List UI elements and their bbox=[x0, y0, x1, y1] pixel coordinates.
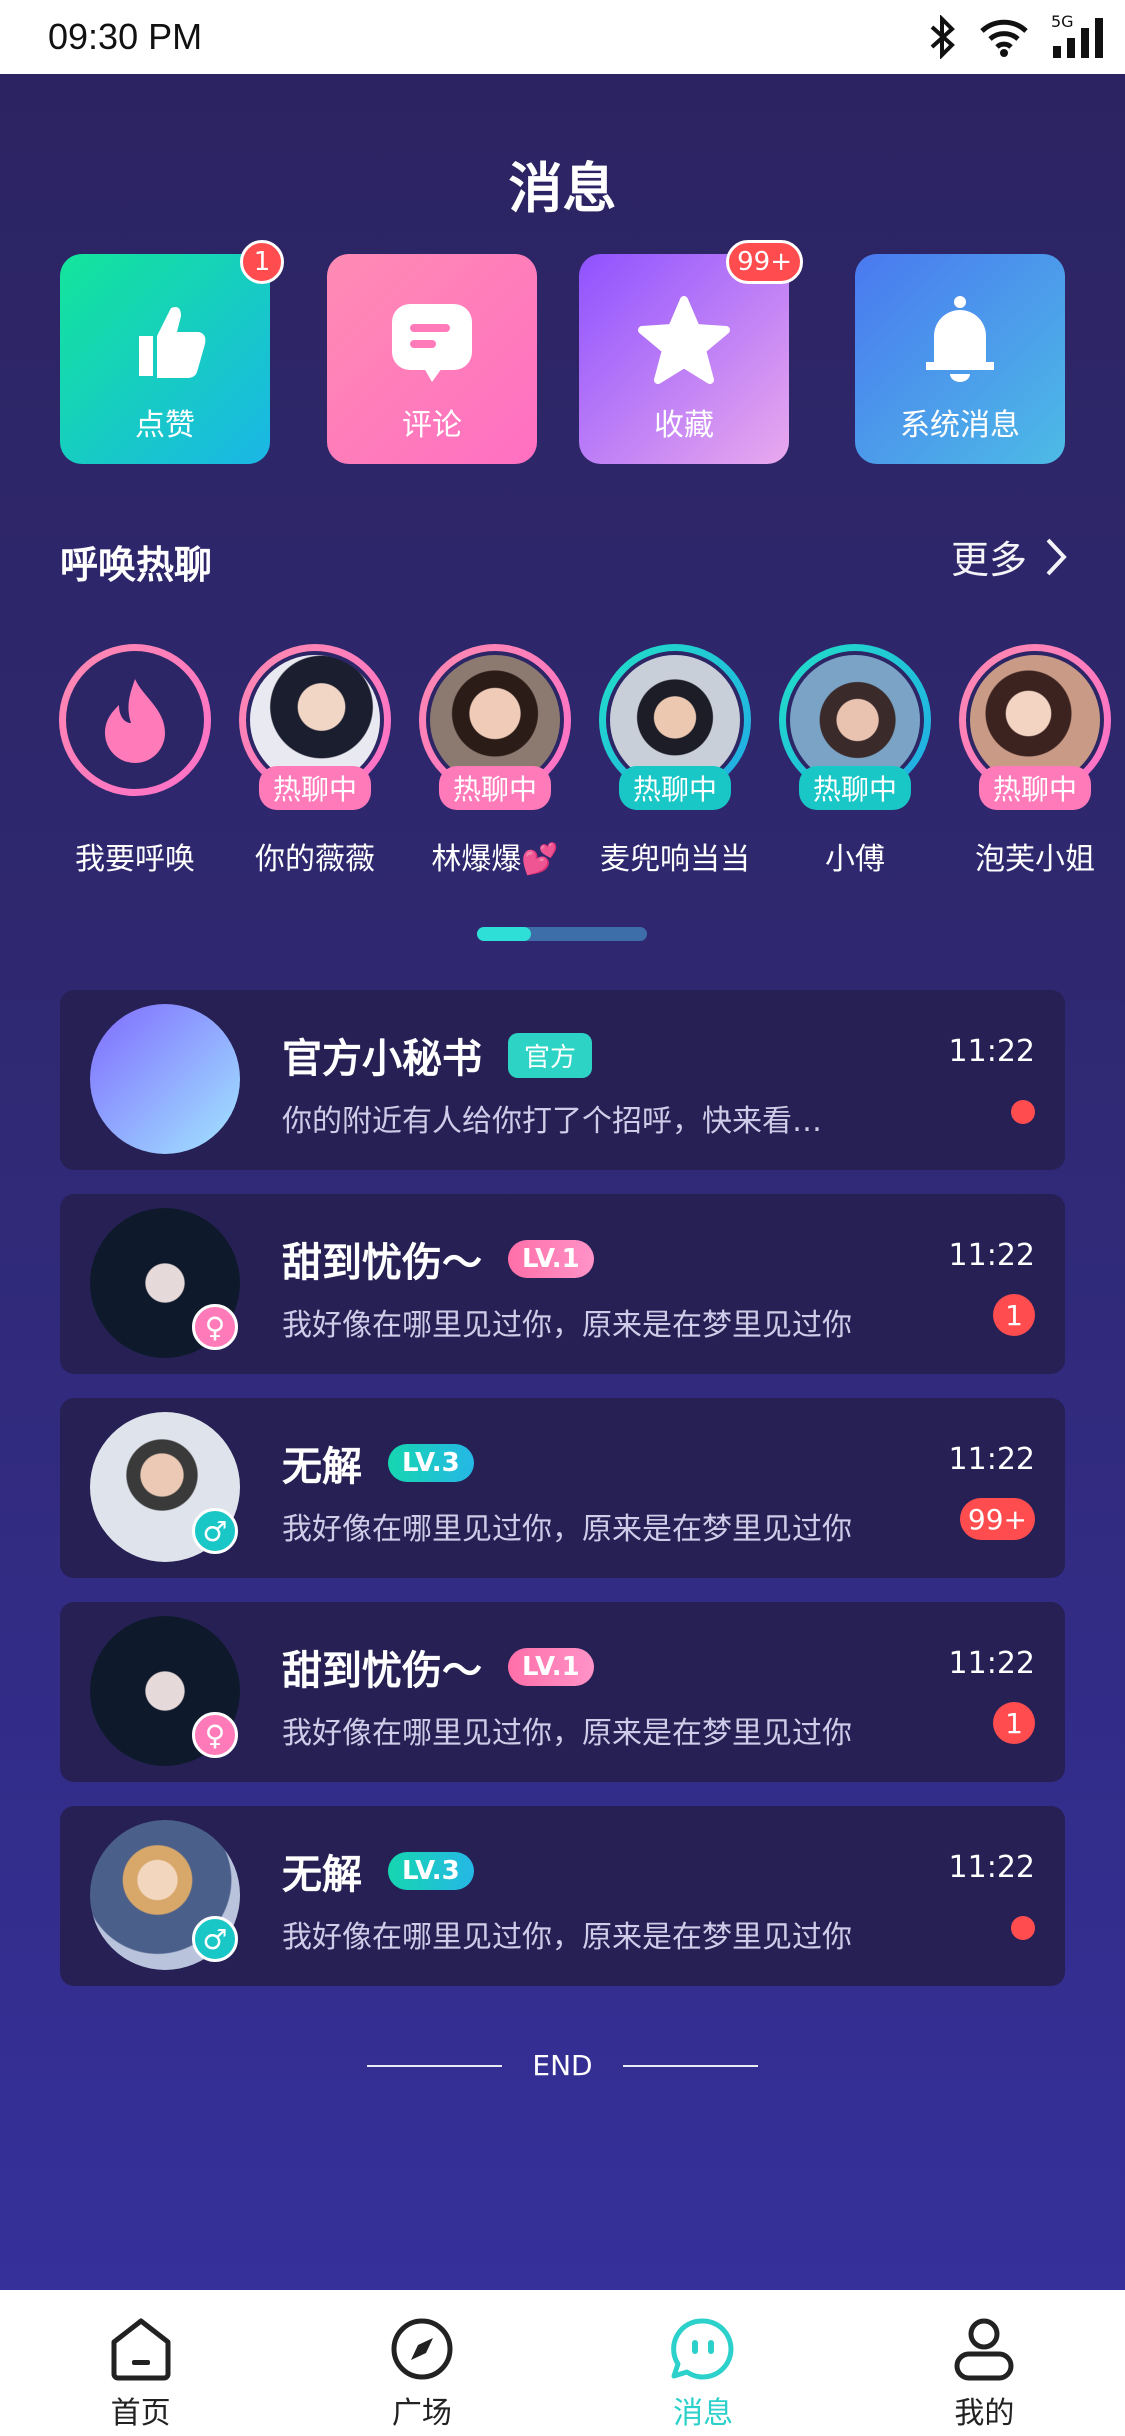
more-link[interactable]: 更多 bbox=[951, 529, 1067, 584]
comment-icon bbox=[392, 304, 472, 382]
tab-label: 首页 bbox=[110, 2396, 171, 2431]
tile-favorites[interactable]: 收藏 99+ bbox=[579, 240, 803, 464]
page-title: 消息 bbox=[508, 157, 617, 220]
hot-user-name: 小傅 bbox=[825, 842, 885, 877]
unread-dot bbox=[1011, 1100, 1035, 1124]
hot-user-name: 麦兜响当当 bbox=[600, 842, 750, 877]
hot-status-badge: 热聊中 bbox=[978, 766, 1092, 810]
message-time: 11:22 bbox=[948, 1034, 1035, 1069]
message-item[interactable]: ♂ 无解 LV.3 我好像在哪里见过你，原来是在梦里见过你 11:22 99+ bbox=[60, 1398, 1065, 1578]
hot-user-name: 泡芙小姐 bbox=[975, 842, 1095, 877]
level-tag: LV.3 bbox=[388, 1852, 474, 1890]
sender-name: 无解 bbox=[282, 1852, 362, 1898]
profile-icon bbox=[954, 2318, 1014, 2381]
star-icon bbox=[638, 296, 730, 384]
hot-status-badge: 热聊中 bbox=[258, 766, 372, 810]
tile-label: 点赞 bbox=[135, 408, 195, 443]
status-bar: 09:30 PM 5G bbox=[0, 0, 1125, 74]
message-item[interactable]: ♂ 无解 LV.3 我好像在哪里见过你，原来是在梦里见过你 11:22 bbox=[60, 1806, 1065, 1986]
hot-users-list: 我要呼唤 热聊中 你的薇薇 热聊中 林爆爆💕 热聊中 麦兜响当当 热聊中 小傅 … bbox=[0, 644, 1125, 954]
avatar bbox=[90, 1004, 240, 1154]
status-time: 09:30 PM bbox=[48, 16, 203, 57]
status-icons: 5G bbox=[927, 12, 1107, 60]
chevron-right-icon bbox=[1046, 538, 1067, 575]
hot-user-name: 林爆爆💕 bbox=[431, 842, 559, 877]
hot-status-badge: 热聊中 bbox=[798, 766, 912, 810]
tab-label: 广场 bbox=[391, 2396, 452, 2431]
sender-name: 官方小秘书 bbox=[282, 1036, 482, 1082]
message-icon bbox=[671, 2318, 734, 2380]
bell-icon bbox=[926, 296, 994, 382]
unread-dot bbox=[1011, 1916, 1035, 1940]
tab-profile[interactable]: 我的 bbox=[844, 2290, 1125, 2436]
hot-user-name: 我要呼唤 bbox=[75, 842, 195, 877]
female-icon: ♀ bbox=[192, 1712, 238, 1758]
tab-label: 我的 bbox=[954, 2396, 1015, 2431]
thumbs-up-icon bbox=[139, 307, 206, 378]
messages-screen: 消息 点赞 1 评论 收藏 99+ 系统消息 呼唤热聊 更多 我要呼唤 热聊中 … bbox=[0, 74, 1125, 2290]
male-icon: ♂ bbox=[192, 1508, 238, 1554]
tab-messages[interactable]: 消息 bbox=[563, 2290, 844, 2436]
hot-user-item[interactable]: 热聊中 你的薇薇 bbox=[235, 644, 395, 878]
message-time: 11:22 bbox=[948, 1850, 1035, 1885]
hot-user-item[interactable]: 热聊中 林爆爆💕 bbox=[415, 644, 575, 878]
hot-user-item[interactable]: 热聊中 小傅 bbox=[775, 644, 935, 878]
summon-button[interactable]: 我要呼唤 bbox=[55, 644, 215, 878]
sender-name: 甜到忧伤～ bbox=[282, 1240, 482, 1286]
tile-likes[interactable]: 点赞 1 bbox=[60, 240, 284, 464]
message-preview: 你的附近有人给你打了个招呼，快来看… bbox=[282, 1104, 822, 1139]
official-tag: 官方 bbox=[508, 1032, 593, 1078]
message-item[interactable]: ♀ 甜到忧伤～ LV.1 我好像在哪里见过你，原来是在梦里见过你 11:22 1 bbox=[60, 1194, 1065, 1374]
hot-chat-title: 呼唤热聊 bbox=[60, 543, 213, 587]
message-preview: 我好像在哪里见过你，原来是在梦里见过你 bbox=[282, 1920, 852, 1955]
male-icon: ♂ bbox=[192, 1916, 238, 1962]
hot-status-badge: 热聊中 bbox=[618, 766, 732, 810]
sender-name: 甜到忧伤～ bbox=[282, 1648, 482, 1694]
message-time: 11:22 bbox=[948, 1442, 1035, 1477]
wifi-icon bbox=[980, 19, 1028, 57]
level-tag: LV.1 bbox=[508, 1648, 594, 1686]
female-icon: ♀ bbox=[192, 1304, 238, 1350]
message-preview: 我好像在哪里见过你，原来是在梦里见过你 bbox=[282, 1512, 852, 1547]
tile-label: 收藏 bbox=[654, 408, 714, 443]
level-tag: LV.1 bbox=[508, 1240, 594, 1278]
bottom-tab-bar: 首页 广场 消息 我的 bbox=[0, 2290, 1125, 2436]
hot-user-item[interactable]: 热聊中 麦兜响当当 bbox=[595, 644, 755, 878]
carousel-indicator bbox=[477, 927, 647, 941]
compass-icon bbox=[391, 2318, 453, 2380]
tab-square[interactable]: 广场 bbox=[281, 2290, 562, 2436]
end-label: END bbox=[532, 2049, 593, 2082]
level-tag: LV.3 bbox=[388, 1444, 474, 1482]
tile-badge: 99+ bbox=[726, 240, 803, 284]
network-type: 5G bbox=[1051, 12, 1074, 31]
tile-label: 系统消息 bbox=[900, 408, 1020, 443]
hot-user-item[interactable]: 热聊中 泡芙小姐 bbox=[955, 644, 1115, 878]
tile-comments[interactable]: 评论 bbox=[327, 254, 537, 464]
message-item[interactable]: 官方小秘书 官方 你的附近有人给你打了个招呼，快来看… 11:22 bbox=[60, 990, 1065, 1170]
flame-icon bbox=[105, 679, 165, 763]
tile-label: 评论 bbox=[402, 408, 462, 443]
bluetooth-icon bbox=[930, 15, 955, 59]
more-label: 更多 bbox=[950, 538, 1027, 582]
message-preview: 我好像在哪里见过你，原来是在梦里见过你 bbox=[282, 1716, 852, 1751]
message-item[interactable]: ♀ 甜到忧伤～ LV.1 我好像在哪里见过你，原来是在梦里见过你 11:22 1 bbox=[60, 1602, 1065, 1782]
sender-name: 无解 bbox=[282, 1444, 362, 1490]
message-preview: 我好像在哪里见过你，原来是在梦里见过你 bbox=[282, 1308, 852, 1343]
tile-badge: 1 bbox=[240, 240, 284, 284]
hot-status-badge: 热聊中 bbox=[438, 766, 552, 810]
unread-count: 1 bbox=[993, 1294, 1035, 1336]
unread-count: 99+ bbox=[959, 1498, 1035, 1540]
list-end: END bbox=[0, 2049, 1125, 2082]
message-time: 11:22 bbox=[948, 1238, 1035, 1273]
home-icon bbox=[111, 2318, 171, 2381]
tab-label: 消息 bbox=[673, 2396, 734, 2431]
hot-user-name: 你的薇薇 bbox=[255, 842, 375, 877]
unread-count: 1 bbox=[993, 1702, 1035, 1744]
message-time: 11:22 bbox=[948, 1646, 1035, 1681]
cellular-signal-icon: 5G bbox=[1051, 12, 1107, 60]
tile-system[interactable]: 系统消息 bbox=[855, 254, 1065, 464]
tab-home[interactable]: 首页 bbox=[0, 2290, 281, 2436]
